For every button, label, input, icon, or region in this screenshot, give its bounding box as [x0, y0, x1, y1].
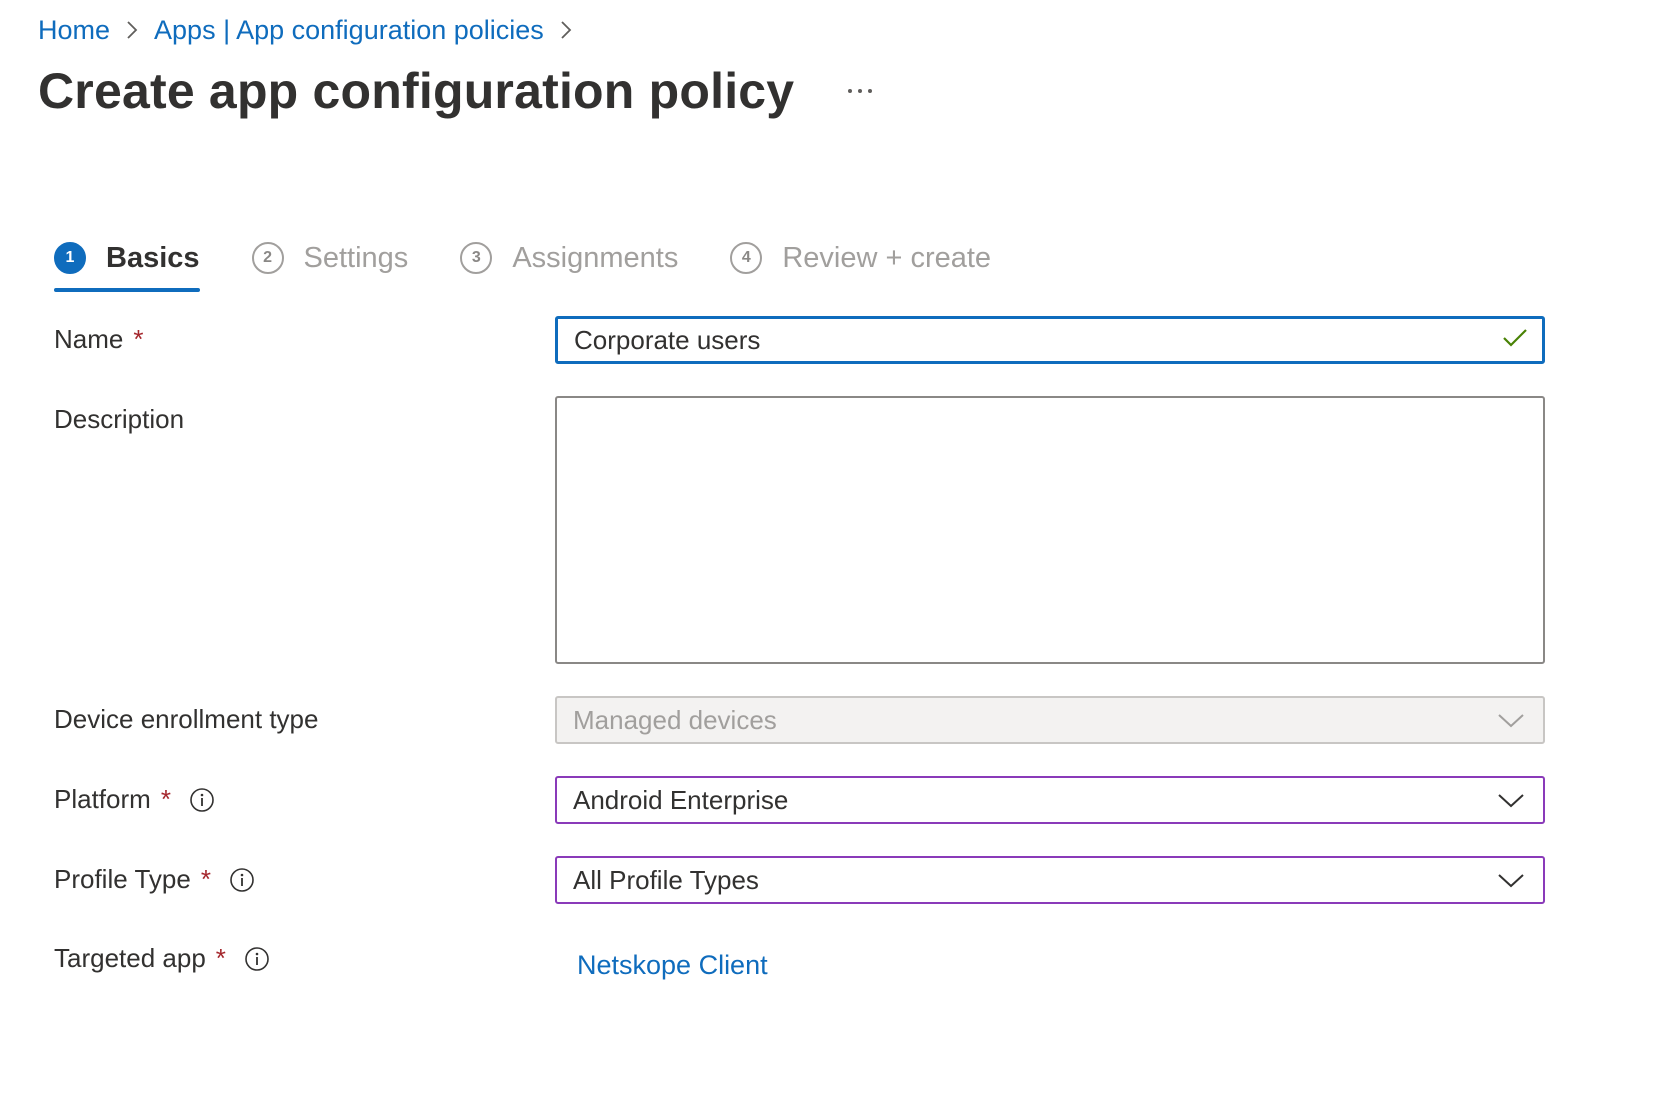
tab-basics[interactable]: 1 Basics	[54, 228, 200, 292]
platform-value: Android Enterprise	[573, 784, 789, 815]
checkmark-icon	[1502, 325, 1528, 356]
tab-assignments[interactable]: 3 Assignments	[460, 228, 678, 288]
device-enrollment-type-value: Managed devices	[573, 704, 777, 735]
targeted-app-label: Targeted app *	[54, 943, 270, 974]
breadcrumb: Home Apps | App configuration policies	[38, 12, 588, 48]
platform-dropdown[interactable]: Android Enterprise	[555, 776, 1545, 824]
tab-label-basics: Basics	[106, 241, 200, 274]
breadcrumb-home-link[interactable]: Home	[38, 15, 110, 46]
name-field[interactable]	[555, 316, 1545, 364]
required-asterisk: *	[200, 864, 211, 894]
device-enrollment-type-label-text: Device enrollment type	[54, 704, 319, 734]
tab-review-create[interactable]: 4 Review + create	[730, 228, 991, 288]
description-input[interactable]	[555, 396, 1545, 664]
name-label: Name *	[54, 324, 143, 355]
required-asterisk: *	[133, 324, 144, 354]
chevron-down-icon	[1497, 865, 1525, 896]
required-asterisk: *	[160, 784, 171, 814]
device-enrollment-type-dropdown: Managed devices	[555, 696, 1545, 744]
step-number-4: 4	[730, 242, 763, 274]
targeted-app-link[interactable]: Netskope Client	[577, 950, 768, 981]
more-options-button[interactable]	[840, 71, 880, 111]
chevron-right-icon	[110, 12, 154, 48]
profile-type-dropdown[interactable]: All Profile Types	[555, 856, 1545, 904]
tab-label-settings: Settings	[303, 241, 409, 274]
info-icon[interactable]	[189, 787, 215, 813]
page-title: Create app configuration policy	[38, 63, 795, 119]
more-icon	[848, 89, 873, 93]
profile-type-value: All Profile Types	[573, 864, 759, 895]
info-icon[interactable]	[244, 946, 270, 972]
required-asterisk: *	[215, 943, 226, 973]
step-number-3: 3	[460, 242, 493, 274]
description-label-text: Description	[54, 404, 185, 434]
breadcrumb-app-config-policies-link[interactable]: Apps | App configuration policies	[154, 15, 544, 46]
info-icon[interactable]	[229, 867, 255, 893]
chevron-down-icon	[1497, 705, 1525, 736]
title-row: Create app configuration policy	[38, 62, 880, 120]
platform-label: Platform *	[54, 784, 215, 815]
wizard-tabs: 1 Basics 2 Settings 3 Assignments 4 Revi…	[54, 228, 1043, 292]
tab-settings[interactable]: 2 Settings	[251, 228, 409, 288]
chevron-down-icon	[1497, 785, 1525, 816]
platform-label-text: Platform	[54, 784, 151, 814]
name-input[interactable]	[574, 324, 1474, 356]
step-number-2: 2	[251, 242, 284, 274]
name-label-text: Name	[54, 324, 124, 354]
tab-label-assignments: Assignments	[512, 241, 679, 274]
step-number-1: 1	[54, 242, 86, 274]
tab-label-review-create: Review + create	[782, 241, 992, 274]
device-enrollment-type-label: Device enrollment type	[54, 704, 318, 735]
description-label: Description	[54, 404, 184, 435]
targeted-app-label-text: Targeted app	[54, 943, 206, 973]
profile-type-label: Profile Type *	[54, 864, 255, 895]
profile-type-label-text: Profile Type	[54, 864, 191, 894]
chevron-right-icon	[544, 12, 588, 48]
